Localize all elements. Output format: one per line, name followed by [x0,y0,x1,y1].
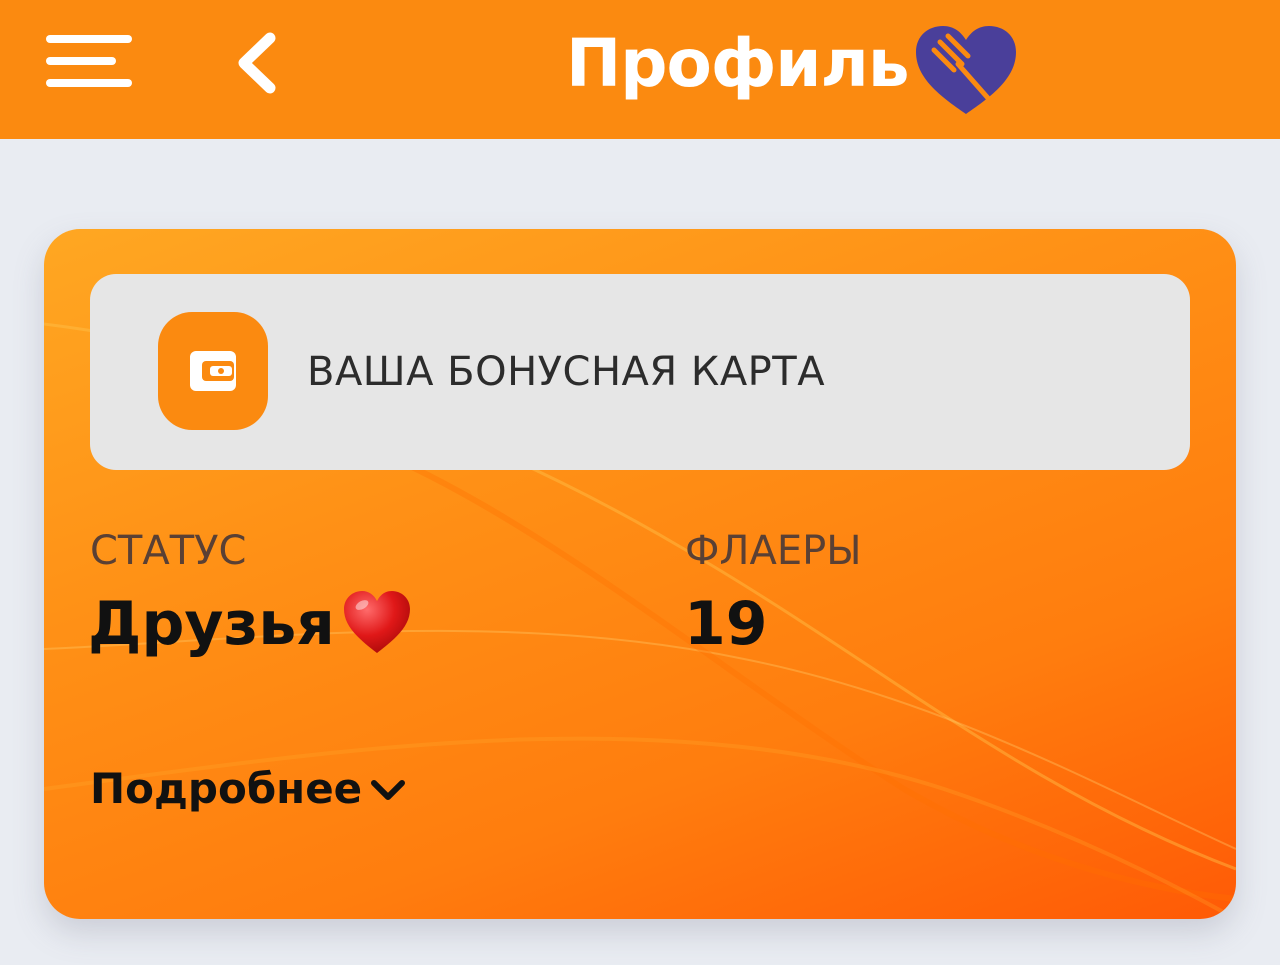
status-label: СТАТУС [90,528,247,574]
status-value: Друзья [88,589,335,659]
page-title: Профиль [566,25,910,102]
wallet-tile [158,312,268,430]
menu-line [46,57,116,65]
bonus-card: ВАША БОНУСНАЯ КАРТА СТАТУС Друзья ФЛАЕРЫ… [44,229,1236,919]
details-button[interactable]: Подробнее [90,759,420,819]
menu-line [46,79,132,87]
back-button[interactable] [232,30,284,96]
top-app-bar: Профиль [0,0,1280,139]
bonus-card-label: ВАША БОНУСНАЯ КАРТА [307,349,826,395]
red-heart-icon [344,591,410,653]
chevron-left-icon [238,32,276,94]
bonus-card-button[interactable]: ВАША БОНУСНАЯ КАРТА [90,274,1190,470]
menu-line [46,35,132,43]
heart-fork-logo-icon [916,26,1016,117]
chevron-down-icon [371,780,405,800]
flyers-value: 19 [684,589,768,659]
menu-button[interactable] [46,33,134,93]
details-label: Подробнее [90,764,363,813]
wallet-icon [190,351,236,391]
flyers-label: ФЛАЕРЫ [685,528,862,574]
